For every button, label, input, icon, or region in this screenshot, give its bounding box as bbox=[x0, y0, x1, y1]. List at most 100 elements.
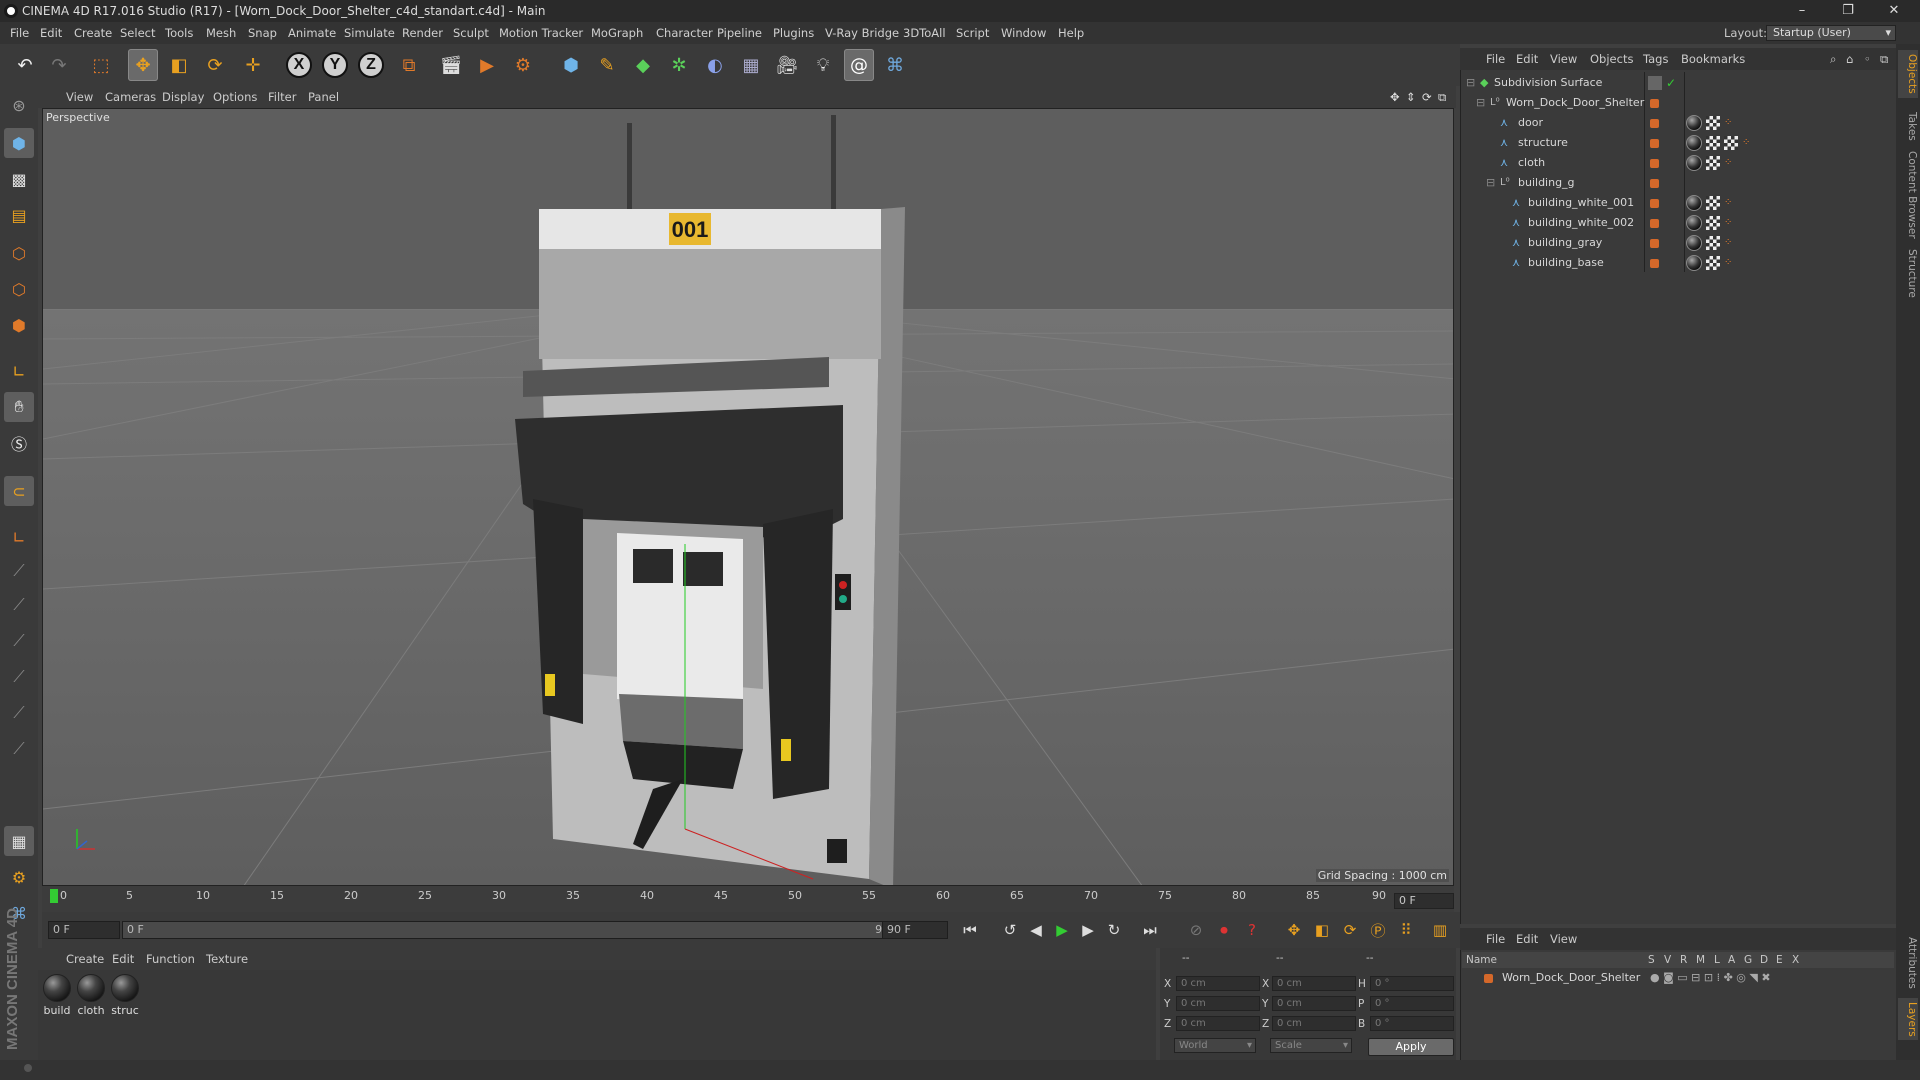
model-mode-button[interactable]: ⬢ bbox=[4, 128, 34, 158]
material-tag-icon[interactable] bbox=[1686, 215, 1702, 231]
menu-pipeline[interactable]: Pipeline bbox=[717, 22, 762, 44]
menu-mograph[interactable]: MoGraph bbox=[591, 22, 643, 44]
uvw-tag-icon[interactable] bbox=[1724, 136, 1738, 150]
uvw-tag-icon[interactable] bbox=[1706, 196, 1720, 210]
brush-tool-5[interactable]: ⟋ bbox=[4, 698, 34, 728]
selection-tag-icon[interactable]: ⁘ bbox=[1724, 218, 1734, 228]
coordinate-system-button[interactable]: ⧉ bbox=[394, 49, 424, 81]
scale-tool-button[interactable]: ◧ bbox=[164, 49, 194, 81]
selection-tag-icon[interactable]: ⁘ bbox=[1724, 158, 1734, 168]
minimize-button[interactable]: – bbox=[1780, 0, 1824, 22]
apply-button[interactable]: Apply bbox=[1368, 1038, 1454, 1056]
panel-lock-icon[interactable]: ◦ bbox=[1864, 48, 1871, 70]
object-menu-view[interactable]: View bbox=[1550, 48, 1577, 70]
play-button[interactable]: ▶ bbox=[1050, 918, 1074, 942]
coordinate-space-select[interactable]: World ▾ bbox=[1174, 1038, 1256, 1053]
menu-snap[interactable]: Snap bbox=[248, 22, 277, 44]
enabled-check-icon[interactable]: ✓ bbox=[1666, 73, 1680, 90]
uvw-tag-icon[interactable] bbox=[1706, 236, 1720, 250]
close-button[interactable]: ✕ bbox=[1872, 0, 1916, 22]
uvw-tag-icon[interactable] bbox=[1706, 136, 1720, 150]
python-button[interactable]: ⌘ bbox=[880, 49, 910, 81]
timeline-window-button[interactable]: ▥ bbox=[1428, 918, 1452, 942]
layer-color-dot[interactable] bbox=[1650, 179, 1659, 188]
selection-tag-icon[interactable]: ⁘ bbox=[1724, 118, 1734, 128]
menu-animate[interactable]: Animate bbox=[288, 22, 336, 44]
menu-plugins[interactable]: Plugins bbox=[773, 22, 814, 44]
add-light-button[interactable]: 💡︎ bbox=[808, 49, 838, 81]
layer-menu-edit[interactable]: Edit bbox=[1516, 928, 1538, 950]
viewport-menu-view[interactable]: View bbox=[66, 86, 93, 108]
object-row-structure[interactable]: ⋏ structure ⁘ bbox=[1462, 133, 1894, 153]
position-x-field[interactable]: 0 cm bbox=[1176, 976, 1260, 991]
viewport-maximize-icon[interactable]: ⧉ bbox=[1438, 86, 1446, 108]
playhead-marker[interactable] bbox=[50, 889, 58, 903]
position-y-field[interactable]: 0 cm bbox=[1176, 996, 1260, 1011]
key-scale-button[interactable]: ◧ bbox=[1310, 918, 1334, 942]
side-tab-takes[interactable]: Takes bbox=[1898, 106, 1918, 146]
add-spline-button[interactable]: ✎ bbox=[592, 49, 622, 81]
add-deformer-button[interactable]: ◐ bbox=[700, 49, 730, 81]
menu-file[interactable]: File bbox=[10, 22, 29, 44]
panel-expand-icon[interactable]: ⧉ bbox=[1880, 48, 1888, 70]
material-tag-icon[interactable] bbox=[1686, 115, 1702, 131]
selection-tag-icon[interactable]: ⁘ bbox=[1724, 198, 1734, 208]
snap-button[interactable]: Ⓢ bbox=[4, 428, 34, 458]
viewport-rotate-icon[interactable]: ⟳ bbox=[1422, 86, 1432, 108]
points-mode-button[interactable]: ⬡ bbox=[4, 238, 34, 268]
add-generator-button[interactable]: ◆ bbox=[628, 49, 658, 81]
layer-color-dot[interactable] bbox=[1650, 199, 1659, 208]
grid-snap-button[interactable]: ▦ bbox=[4, 826, 34, 856]
material-build[interactable]: build bbox=[42, 974, 72, 1017]
menu-select[interactable]: Select bbox=[120, 22, 155, 44]
undo-button[interactable]: ↶ bbox=[10, 49, 40, 81]
viewport-menu-filter[interactable]: Filter bbox=[268, 86, 296, 108]
brush-tool-3[interactable]: ⟋ bbox=[4, 626, 34, 656]
viewport-menu-cameras[interactable]: Cameras bbox=[105, 86, 156, 108]
home-icon[interactable]: ⌂ bbox=[1846, 48, 1853, 70]
side-tab-attributes[interactable]: Attributes bbox=[1898, 932, 1918, 994]
material-tag-icon[interactable] bbox=[1686, 195, 1702, 211]
menu-help[interactable]: Help bbox=[1058, 22, 1084, 44]
script-button[interactable]: @ bbox=[844, 49, 874, 81]
live-selection-button[interactable]: ⬚ bbox=[86, 49, 116, 81]
material-struc[interactable]: struc bbox=[110, 974, 140, 1017]
quantize-button[interactable]: ⚙ bbox=[4, 862, 34, 892]
object-row-building-white-002[interactable]: ⋏ building_white_002 ⁘ bbox=[1462, 213, 1894, 233]
coordinate-mode-select[interactable]: Scale ▾ bbox=[1270, 1038, 1352, 1053]
object-menu-objects[interactable]: Objects bbox=[1590, 48, 1633, 70]
key-position-button[interactable]: ✥ bbox=[1282, 918, 1306, 942]
y-axis-button[interactable]: Y bbox=[320, 49, 350, 81]
rotation-h-field[interactable]: 0 ° bbox=[1370, 976, 1454, 991]
object-row-building-base[interactable]: ⋏ building_base ⁘ bbox=[1462, 253, 1894, 273]
redo-button[interactable]: ↷ bbox=[44, 49, 74, 81]
frame-range-slider[interactable]: 0 F 90 F bbox=[122, 921, 914, 939]
viewport-perspective[interactable]: 001 Perspective Grid Spacing: 1000 cm bbox=[42, 108, 1454, 886]
rotation-p-field[interactable]: 0 ° bbox=[1370, 996, 1454, 1011]
menu-vray-bridge[interactable]: V-Ray Bridge bbox=[825, 22, 899, 44]
menu-tools[interactable]: Tools bbox=[165, 22, 193, 44]
object-row-worn-dock-door-shelter[interactable]: ⊟ L⁰ Worn_Dock_Door_Shelter bbox=[1462, 93, 1894, 113]
menu-edit[interactable]: Edit bbox=[40, 22, 62, 44]
material-menu-edit[interactable]: Edit bbox=[112, 948, 134, 970]
layer-row[interactable]: Worn_Dock_Door_Shelter ● ◙ ▭ ⊟ ⊡ ⁞ ✤ ◎ ◥… bbox=[1462, 968, 1894, 988]
menu-create[interactable]: Create bbox=[74, 22, 112, 44]
key-pla-button[interactable]: ⠿ bbox=[1394, 918, 1418, 942]
viewport-pan-icon[interactable]: ✥ bbox=[1390, 86, 1400, 108]
layer-color-dot[interactable] bbox=[1650, 259, 1659, 268]
brush-tool-6[interactable]: ⟋ bbox=[4, 734, 34, 764]
viewport-menu-display[interactable]: Display bbox=[162, 86, 204, 108]
edges-mode-button[interactable]: ⬡ bbox=[4, 274, 34, 304]
visibility-toggle[interactable] bbox=[1648, 76, 1662, 90]
current-frame-field[interactable]: 0 F bbox=[1394, 893, 1454, 909]
rotation-b-field[interactable]: 0 ° bbox=[1370, 1016, 1454, 1031]
side-tab-layers[interactable]: Layers bbox=[1898, 998, 1918, 1040]
menu-motion-tracker[interactable]: Motion Tracker bbox=[499, 22, 583, 44]
menu-character[interactable]: Character bbox=[656, 22, 713, 44]
go-to-end-button[interactable]: ⏭ bbox=[1138, 918, 1162, 942]
side-tab-objects[interactable]: Objects bbox=[1898, 50, 1918, 98]
transform-tool-button[interactable]: ✛ bbox=[238, 49, 268, 81]
start-frame-field[interactable]: 0 F bbox=[48, 921, 120, 939]
record-keys-button[interactable]: ⊘ bbox=[1184, 918, 1208, 942]
add-environment-button[interactable]: ▦ bbox=[736, 49, 766, 81]
